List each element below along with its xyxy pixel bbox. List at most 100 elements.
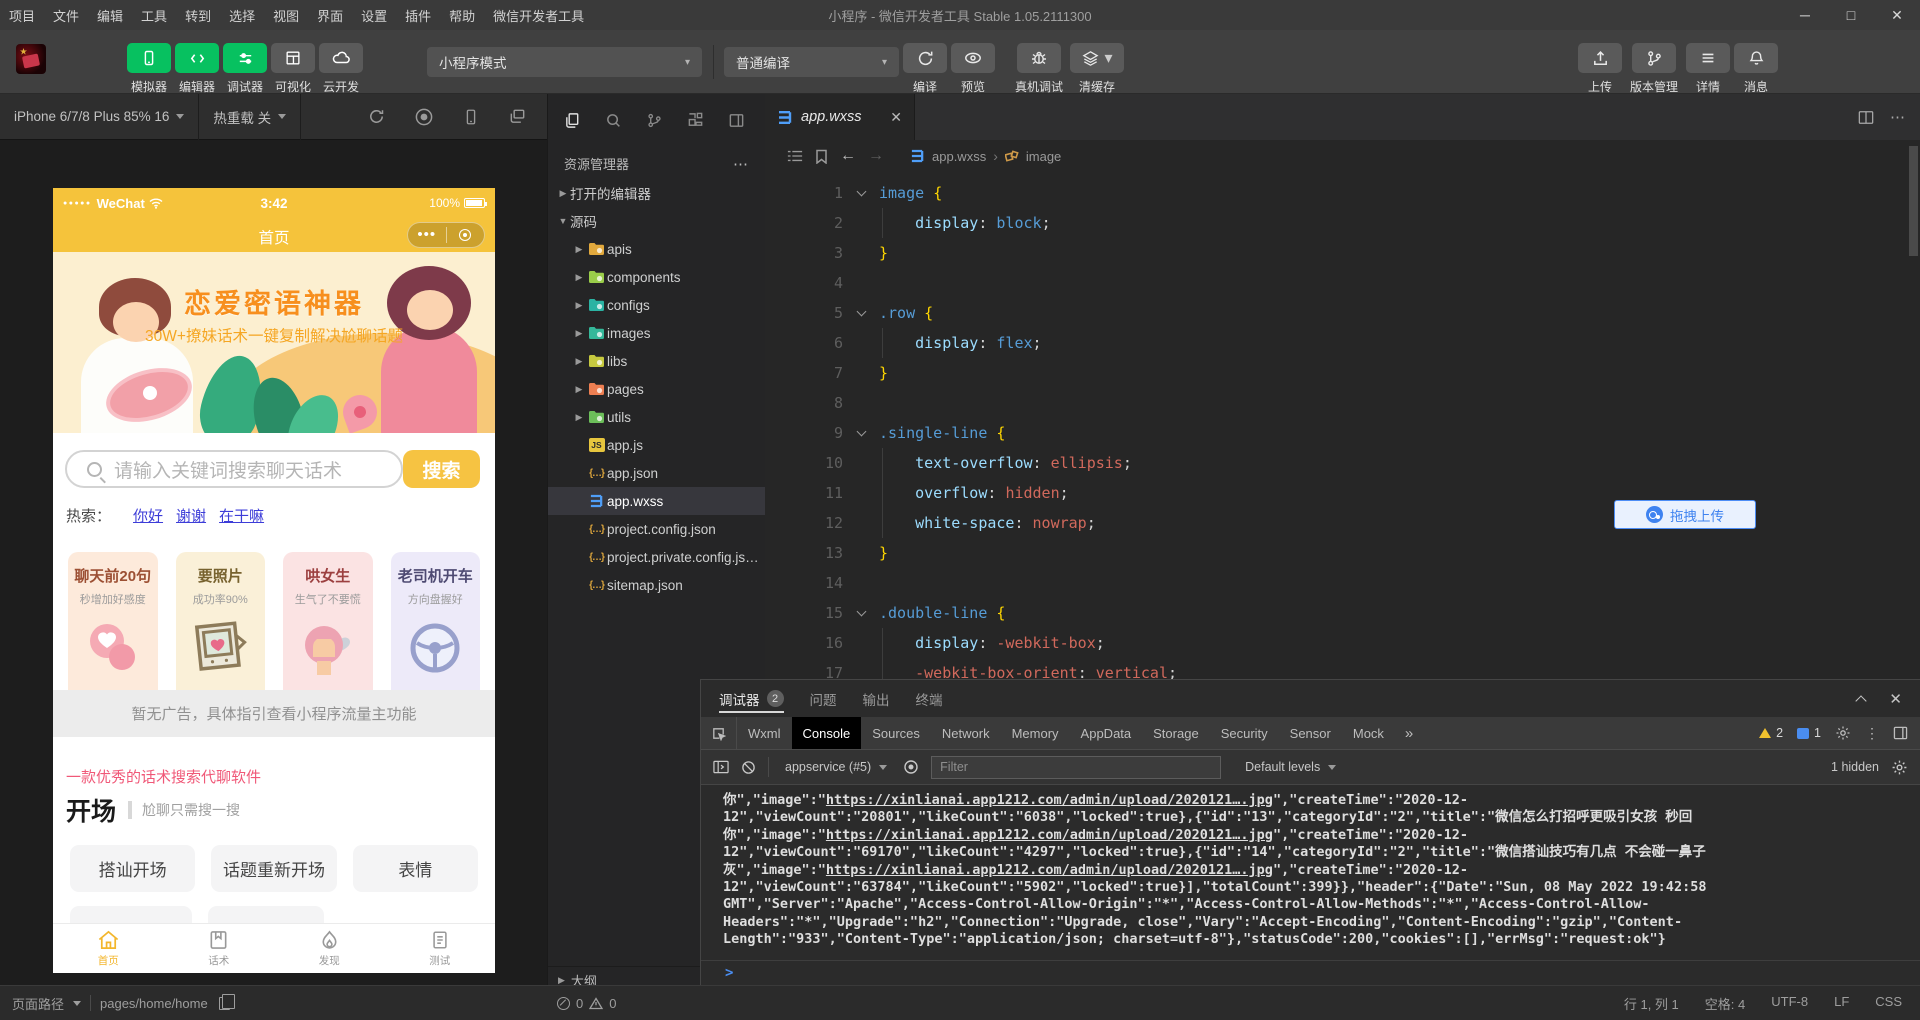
- menu-item-文件[interactable]: 文件: [44, 0, 88, 30]
- devtools-tab-Wxml[interactable]: Wxml: [737, 717, 792, 749]
- editor-tab-app-wxss[interactable]: app.wxss ✕: [765, 94, 915, 140]
- tab-bar-item-首页[interactable]: 首页: [53, 924, 164, 973]
- menu-item-项目[interactable]: 项目: [0, 0, 44, 30]
- 调试器-button[interactable]: [223, 43, 267, 73]
- source-control-icon[interactable]: [646, 112, 663, 129]
- 云开发-button[interactable]: [319, 43, 363, 73]
- copy-icon[interactable]: [218, 993, 235, 1010]
- code-editor[interactable]: 1 image {2 display: block; 3} 4 5 .row {6 dis…: [765, 172, 1920, 679]
- close-icon[interactable]: ✕: [890, 109, 902, 126]
- context-select[interactable]: appservice (#5): [781, 760, 891, 774]
- tab-bar-item-话术[interactable]: 话术: [164, 924, 275, 973]
- messages-button[interactable]: [1734, 43, 1778, 73]
- console-sidebar-icon[interactable]: [713, 760, 729, 774]
- inspect-element-icon[interactable]: [701, 717, 737, 749]
- preview-button[interactable]: [951, 43, 995, 73]
- devtools-tab-Sensor[interactable]: Sensor: [1279, 717, 1342, 749]
- page-path-label[interactable]: 页面路径: [12, 994, 64, 1013]
- fold-chevron-icon[interactable]: [843, 178, 879, 208]
- feature-card-哄女生[interactable]: 哄女生 生气了不要慌: [283, 552, 373, 700]
- tree-item-apis[interactable]: ▶ apis: [548, 235, 765, 263]
- multi-window-icon[interactable]: [508, 107, 527, 126]
- console-link[interactable]: https://xinlianai.app1212.com/admin/uplo…: [826, 862, 1273, 878]
- tab-bar-item-测试[interactable]: 测试: [385, 924, 496, 973]
- devtools-tab-Memory[interactable]: Memory: [1001, 717, 1070, 749]
- compile-button[interactable]: [903, 43, 947, 73]
- version-control-button[interactable]: [1632, 43, 1676, 73]
- panel-tab-输出[interactable]: 输出: [863, 680, 890, 717]
- nav-forward-icon[interactable]: →: [868, 147, 884, 165]
- problems-indicator[interactable]: 0 0: [557, 996, 616, 1011]
- feature-card-老司机开车[interactable]: 老司机开车 方向盘握好: [390, 552, 480, 700]
- menu-item-微信开发者工具[interactable]: 微信开发者工具: [484, 0, 593, 30]
- details-button[interactable]: [1686, 43, 1730, 73]
- page-path-value[interactable]: pages/home/home: [100, 996, 208, 1011]
- outline-list-icon[interactable]: [787, 149, 803, 163]
- breadcrumb-file[interactable]: app.wxss: [932, 149, 986, 164]
- menu-item-视图[interactable]: 视图: [264, 0, 308, 30]
- more-dots-icon[interactable]: •••: [408, 227, 446, 242]
- hot-search-link[interactable]: 你好: [133, 505, 163, 526]
- tree-item-app.js[interactable]: JS app.js: [548, 431, 765, 459]
- tree-item-pages[interactable]: ▶ pages: [548, 375, 765, 403]
- status-item[interactable]: CSS: [1875, 994, 1902, 1013]
- status-item[interactable]: 空格: 4: [1705, 994, 1745, 1013]
- filter-input[interactable]: [931, 755, 1222, 779]
- devtools-tab-Console[interactable]: Console: [791, 717, 862, 749]
- menu-item-设置[interactable]: 设置: [352, 0, 396, 30]
- menu-item-界面[interactable]: 界面: [308, 0, 352, 30]
- status-item[interactable]: 行 1, 列 1: [1624, 994, 1679, 1013]
- topic-button-话题重新开场[interactable]: 话题重新开场: [211, 845, 337, 892]
- files-icon[interactable]: [564, 112, 581, 129]
- menu-item-选择[interactable]: 选择: [220, 0, 264, 30]
- devtools-tab-Storage[interactable]: Storage: [1142, 717, 1210, 749]
- menu-item-工具[interactable]: 工具: [132, 0, 176, 30]
- drag-upload-button[interactable]: 拖拽上传: [1614, 500, 1756, 529]
- menu-item-转到[interactable]: 转到: [176, 0, 220, 30]
- devtools-tab-Mock[interactable]: Mock: [1342, 717, 1395, 749]
- clear-console-icon[interactable]: [741, 760, 756, 775]
- devtools-tab-Security[interactable]: Security: [1210, 717, 1279, 749]
- feature-card-要照片[interactable]: 要照片 成功率90%: [175, 552, 265, 700]
- refresh-icon[interactable]: [367, 107, 386, 126]
- editor-scrollbar[interactable]: [1909, 146, 1918, 256]
- collapse-panel-icon[interactable]: [1855, 694, 1868, 707]
- topic-button-搭讪开场[interactable]: 搭讪开场: [70, 845, 196, 892]
- tree-item-utils[interactable]: ▶ utils: [548, 403, 765, 431]
- maximize-button[interactable]: □: [1828, 0, 1874, 30]
- bookmark-icon[interactable]: [815, 149, 828, 164]
- hot-search-link[interactable]: 谢谢: [176, 505, 206, 526]
- search-button[interactable]: 搜索: [403, 450, 480, 488]
- console-output[interactable]: 你","image":"https://xinlianai.app1212.co…: [701, 785, 1920, 986]
- editor-layout-icon[interactable]: [728, 112, 745, 129]
- phone-frame-icon[interactable]: [462, 108, 480, 126]
- more-tabs-chevron[interactable]: »: [1395, 717, 1423, 749]
- 编辑器-button[interactable]: [175, 43, 219, 73]
- compile-mode-select[interactable]: 普通编译 ▾: [724, 47, 899, 77]
- status-item[interactable]: UTF-8: [1771, 994, 1808, 1013]
- gear-icon[interactable]: [1835, 725, 1851, 741]
- menu-item-编辑[interactable]: 编辑: [88, 0, 132, 30]
- nav-back-icon[interactable]: ←: [840, 147, 856, 165]
- live-expression-icon[interactable]: [903, 759, 919, 775]
- search-icon[interactable]: [605, 112, 622, 129]
- devtools-tab-Sources[interactable]: Sources: [861, 717, 931, 749]
- console-link[interactable]: https://xinlianai.app1212.com/admin/uplo…: [826, 827, 1273, 843]
- device-debug-button[interactable]: [1017, 43, 1061, 73]
- topic-button-表情[interactable]: 表情: [352, 845, 478, 892]
- console-prompt[interactable]: >: [701, 960, 1920, 985]
- tree-item-project.private.config.js…[interactable]: {…} project.private.config.js…: [548, 543, 765, 571]
- minimize-button[interactable]: ─: [1782, 0, 1828, 30]
- devtools-tab-Network[interactable]: Network: [931, 717, 1001, 749]
- close-target-icon[interactable]: [447, 229, 485, 241]
- search-input[interactable]: 请输入关键词搜索聊天话术: [65, 450, 403, 488]
- panel-tab-调试器[interactable]: 调试器 2: [719, 680, 784, 717]
- tree-item-project.config.json[interactable]: {…} project.config.json: [548, 515, 765, 543]
- status-item[interactable]: LF: [1834, 994, 1849, 1013]
- fold-chevron-icon[interactable]: [843, 598, 879, 628]
- log-levels-select[interactable]: Default levels: [1241, 760, 1340, 774]
- hot-search-link[interactable]: 在干嘛: [219, 505, 264, 526]
- tree-item-sitemap.json[interactable]: {…} sitemap.json: [548, 571, 765, 599]
- kebab-menu-icon[interactable]: ⋮: [1865, 725, 1879, 742]
- avatar[interactable]: [16, 44, 46, 74]
